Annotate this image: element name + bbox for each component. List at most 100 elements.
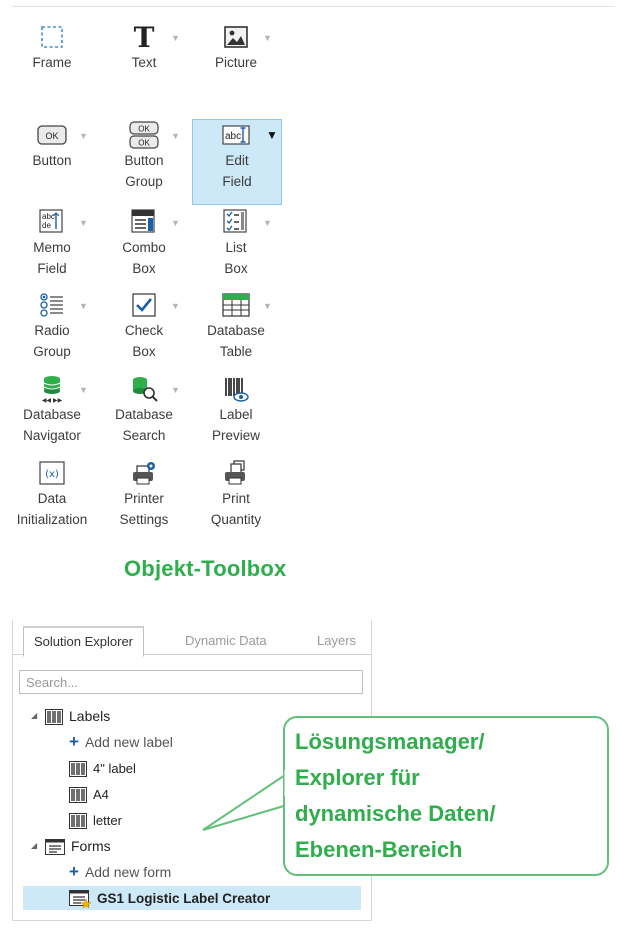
frame-icon [34,22,70,52]
toolbox-title: Objekt-Toolbox [124,556,287,581]
tool-combo-box[interactable]: ▼ Combo Box [100,207,188,279]
svg-text:OK: OK [45,131,58,141]
svg-text:abc: abc [225,131,241,142]
tool-label: Database Table [207,323,265,359]
tool-label: Label Preview [211,407,260,443]
tool-memo-field[interactable]: abc de ▼ Memo Field [8,207,96,279]
svg-text:abc: abc [42,212,55,221]
tool-label: Database Navigator [23,407,81,443]
memo-field-icon: abc de [34,207,70,237]
add-new-label-item[interactable]: + Add new label [69,730,173,754]
collapse-triangle-icon[interactable]: ◢ [31,704,37,728]
button-group-icon: OK OK [126,120,162,150]
tree-item-label[interactable]: letter [69,808,122,832]
dropdown-arrow-icon[interactable]: ▼ [171,126,180,147]
print-quantity-icon [218,458,254,488]
tree-item-label[interactable]: A4 [69,782,109,806]
tree-item-form[interactable]: GS1 Logistic Label Creator [23,886,361,910]
tool-data-initialization[interactable]: (x) Data Initialization [8,458,96,530]
tree-item-text: 4" label [93,761,136,776]
check-box-icon [126,290,162,320]
tab-layers[interactable]: Layers [317,629,356,654]
tool-label: Picture [214,55,258,70]
database-search-icon [126,374,162,404]
dropdown-arrow-icon[interactable]: ▼ [79,380,88,401]
svg-text:de: de [42,221,51,230]
tool-label-preview[interactable]: Label Preview [192,374,280,446]
tree-group-label: Labels [69,708,111,724]
dropdown-arrow-icon[interactable]: ▼ [79,126,88,147]
tool-frame[interactable]: Frame [8,22,96,84]
top-divider [12,6,615,7]
dropdown-arrow-icon[interactable]: ▼ [171,296,180,317]
tool-label: Data Initialization [16,491,88,527]
database-navigator-icon: ◀◀ ▶▶ [34,374,70,404]
plus-icon: + [69,732,79,751]
combo-box-icon [126,207,162,237]
tool-label: Edit Field [222,153,252,189]
tool-label: Printer Settings [119,491,169,527]
tool-database-navigator[interactable]: ◀◀ ▶▶ ▼ Database Navigator [8,374,96,446]
dropdown-arrow-icon[interactable]: ▼ [79,213,88,234]
svg-text:OK: OK [138,125,150,134]
tool-button-group[interactable]: OK OK ▼ Button Group [100,120,188,194]
dropdown-arrow-icon[interactable]: ▼ [171,380,180,401]
tree-item-text: letter [93,813,122,828]
search-input[interactable]: Search... [19,670,363,694]
tool-check-box[interactable]: ▼ Check Box [100,290,188,362]
dropdown-arrow-icon[interactable]: ▼ [171,213,180,234]
tree-item-text: GS1 Logistic Label Creator [97,891,271,906]
picture-icon [218,22,254,52]
tab-dynamic-data[interactable]: Dynamic Data [185,629,267,654]
add-new-form-text: Add new form [84,864,172,880]
dropdown-arrow-icon[interactable]: ▼ [171,28,180,49]
label-barcode-icon [69,761,87,778]
dropdown-arrow-icon[interactable]: ▼ [79,296,88,317]
tool-picture[interactable]: ▼ Picture [192,22,280,84]
dropdown-arrow-icon[interactable]: ▼ [263,296,272,317]
button-icon: OK [34,120,70,150]
tree-item-text: A4 [93,787,109,802]
svg-text:T: T [134,23,155,51]
tool-text[interactable]: T ▼ Text [100,22,188,84]
tool-print-quantity[interactable]: Print Quantity [192,458,280,530]
tool-radio-group[interactable]: ▼ Radio Group [8,290,96,362]
label-preview-icon [218,374,254,404]
tool-label: List Box [224,240,248,276]
printer-settings-icon [126,458,162,488]
tool-printer-settings[interactable]: Printer Settings [100,458,188,530]
tool-edit-field[interactable]: abc ▼ Edit Field [192,119,282,205]
tool-label: Check Box [124,323,164,359]
plus-icon: + [69,862,79,881]
form-star-icon [69,890,91,909]
collapse-triangle-icon[interactable]: ◢ [31,834,37,858]
tree-item-label[interactable]: 4" label [69,756,136,780]
dropdown-arrow-icon[interactable]: ▼ [266,125,278,146]
dropdown-arrow-icon[interactable]: ▼ [263,28,272,49]
label-barcode-icon [69,813,87,830]
tool-database-table[interactable]: ▼ Database Table [192,290,280,362]
add-new-form-item[interactable]: + Add new form [69,860,171,884]
tab-solution-explorer[interactable]: Solution Explorer [23,626,144,657]
tool-database-search[interactable]: ▼ Database Search [100,374,188,446]
tool-label: Text [131,55,157,70]
tool-label: Database Search [115,407,173,443]
svg-text:◀◀ ▶▶: ◀◀ ▶▶ [42,397,63,403]
callout-box: Lösungsmanager/ Explorer für dynamische … [283,716,609,876]
tool-button[interactable]: OK ▼ Button [8,120,96,194]
form-icon [45,839,65,856]
data-initialization-icon: (x) [34,458,70,488]
list-box-icon [218,207,254,237]
object-toolbox: Frame T ▼ Text ▼ Picture OK ▼ Button OK O… [8,22,298,542]
tool-label: Print Quantity [210,491,262,527]
radio-group-icon [34,290,70,320]
tool-label: Memo Field [33,240,71,276]
tool-label: Radio Group [33,323,71,359]
tool-list-box[interactable]: ▼ List Box [192,207,280,279]
database-table-icon [218,290,254,320]
edit-field-icon: abc [219,120,255,150]
dropdown-arrow-icon[interactable]: ▼ [263,213,272,234]
label-barcode-icon [45,709,63,726]
tool-label: Button [32,153,72,168]
add-new-label-text: Add new label [84,734,173,750]
